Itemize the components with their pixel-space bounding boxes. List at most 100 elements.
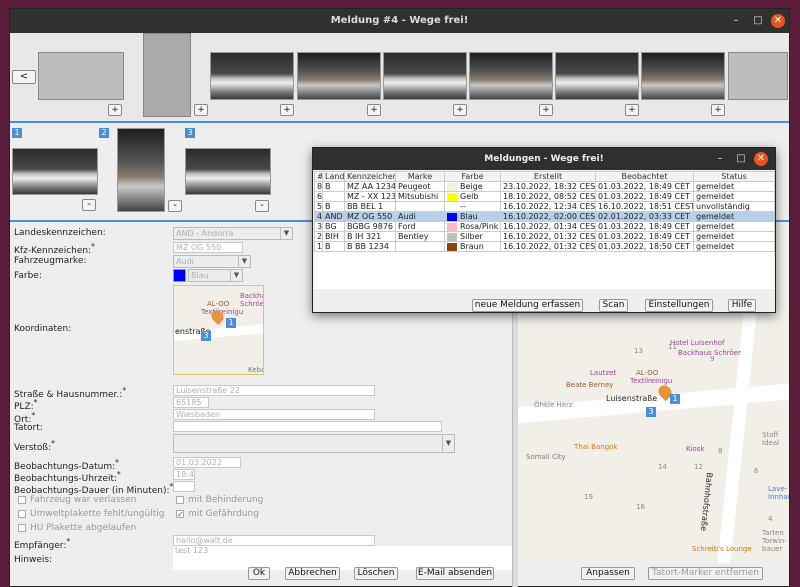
remove-photo-button[interactable]: -	[255, 200, 269, 212]
scan-button[interactable]: Scan	[599, 299, 628, 312]
table-cell-n: 8	[314, 181, 323, 192]
date-input[interactable]: 01.03.2022	[173, 457, 241, 468]
photo-thumbnail[interactable]	[38, 52, 124, 100]
table-cell-land: B	[322, 241, 345, 252]
close-icon[interactable]: ✕	[771, 14, 785, 28]
table-cell-status: gemeldet	[693, 241, 775, 252]
map-street-label: Luisenstraße	[606, 394, 658, 403]
table-cell-n: 4	[314, 211, 323, 222]
photo-badge: 1	[12, 128, 22, 138]
remove-photo-button[interactable]: -	[168, 200, 182, 212]
cancel-button[interactable]: Abbrechen	[285, 567, 340, 580]
add-photo-button[interactable]: +	[108, 104, 122, 116]
hu-checkbox[interactable]	[18, 524, 26, 532]
column-header[interactable]: Kennzeichen	[344, 171, 396, 182]
map-poi: AL-OO	[636, 369, 659, 377]
scene-label: Tatort:	[14, 423, 43, 433]
add-photo-button[interactable]: +	[539, 104, 553, 116]
marker-badge: 1	[226, 318, 236, 328]
photo-thumbnail[interactable]	[383, 52, 467, 100]
column-header[interactable]: #	[314, 171, 323, 182]
photo-thumbnail[interactable]	[555, 52, 639, 100]
violation-select[interactable]: ▼	[173, 434, 455, 453]
marker-badge: 3	[646, 407, 656, 417]
photo-thumbnail[interactable]	[143, 33, 191, 117]
close-icon[interactable]: ✕	[754, 152, 768, 166]
photo-badge: 2	[99, 128, 109, 138]
duration-input[interactable]	[173, 481, 195, 492]
obstruction-checkbox[interactable]	[176, 496, 184, 504]
color-swatch	[447, 182, 457, 191]
table-row[interactable]: 6 MZ - XX 123 Mitsubishi Gelb 18.10.2022, 08…	[314, 191, 775, 202]
add-photo-button[interactable]: +	[280, 104, 294, 116]
remove-marker-button[interactable]: Tatort-Marker entfernen	[648, 567, 763, 580]
chevron-down-icon: ▼	[230, 270, 242, 281]
table-row[interactable]: 8 B MZ AA 1234 Peugeot Beige 23.10.2022, 18:3…	[314, 181, 775, 192]
column-header[interactable]: Status	[693, 171, 775, 182]
ok-button[interactable]: Ok	[248, 567, 270, 580]
recipient-input[interactable]: hallo@walt.de	[173, 535, 375, 546]
column-header[interactable]: Land	[322, 171, 345, 182]
map-poi: Kiosk	[686, 445, 705, 453]
add-photo-button[interactable]: +	[711, 104, 725, 116]
table-cell-status: gemeldet	[693, 231, 775, 242]
scene-input[interactable]	[173, 421, 442, 432]
zip-input[interactable]: 65185	[173, 397, 209, 408]
maximize-icon[interactable]: □	[734, 152, 748, 166]
adjust-button[interactable]: Anpassen	[581, 567, 635, 580]
photo-thumbnail[interactable]	[641, 52, 725, 100]
photo-thumbnail[interactable]	[469, 52, 553, 100]
make-select[interactable]: Audi ▼	[173, 255, 251, 268]
column-header[interactable]: Beobachtet	[595, 171, 694, 182]
add-photo-button[interactable]: +	[453, 104, 467, 116]
add-photo-button[interactable]: +	[194, 104, 208, 116]
mini-map[interactable]: enstraße Backhaus Schröer AL-OO Textilre…	[173, 285, 264, 375]
selected-photo[interactable]	[185, 148, 271, 195]
delete-button[interactable]: Löschen	[354, 567, 398, 580]
settings-button[interactable]: Einstellungen	[645, 299, 713, 312]
table-cell-created: 23.10.2022, 18:32 CEST	[500, 181, 596, 192]
back-button[interactable]: <	[12, 70, 36, 84]
photo-thumbnail[interactable]	[210, 52, 294, 100]
env-badge-checkbox[interactable]	[18, 510, 26, 518]
abandoned-checkbox[interactable]	[18, 496, 26, 504]
mini-map-poi: AL-OO	[207, 300, 230, 308]
photo-thumbnail[interactable]	[728, 52, 788, 100]
time-input[interactable]: 18:49	[173, 469, 195, 480]
color-select[interactable]: Blau ▼	[188, 269, 243, 282]
table-cell-observed: 01.03.2022, 18:49 CET	[595, 221, 694, 232]
column-header[interactable]: Erstellt	[500, 171, 596, 182]
add-photo-button[interactable]: +	[367, 104, 381, 116]
remove-photo-button[interactable]: -	[82, 199, 96, 211]
table-row[interactable]: 5 B BB BEL 1 -- 16.10.2022, 12:34 CEST 16.10.…	[314, 201, 775, 212]
minimize-icon[interactable]: –	[713, 152, 727, 166]
splitter[interactable]	[10, 121, 789, 123]
street-input[interactable]: Luisenstraße 22	[173, 385, 375, 396]
help-button[interactable]: Hilfe	[728, 299, 756, 312]
house-number: 19	[584, 493, 593, 501]
plate-label-text: Kfz-Kennzeichen:	[14, 246, 92, 256]
table-cell-plate: BGBG 9876	[344, 221, 396, 232]
required-mark: *	[117, 470, 121, 479]
table-row[interactable]: 2 BIH B IH 321 Bentley Silber 16.10.2022, 01:…	[314, 231, 775, 242]
send-email-button[interactable]: E-Mail absenden	[416, 567, 494, 580]
minimize-icon[interactable]: –	[729, 14, 743, 28]
selected-photo[interactable]	[12, 148, 98, 195]
new-report-button[interactable]: neue Meldung erfassen	[472, 299, 583, 312]
table-row[interactable]: 1BB BB 1234 Braun 16.10.2022, 01:32 CEST 01…	[314, 241, 775, 252]
maximize-icon[interactable]: □	[751, 14, 765, 28]
column-header[interactable]: Marke	[395, 171, 445, 182]
violation-label: Verstoß:*	[14, 439, 55, 453]
country-select[interactable]: AND - Andorra ▼	[173, 227, 293, 240]
add-photo-button[interactable]: +	[625, 104, 639, 116]
column-header[interactable]: Farbe	[444, 171, 501, 182]
color-name: Beige	[460, 182, 483, 191]
selected-photo[interactable]	[117, 128, 165, 212]
recipient-label-text: Empfänger:	[14, 541, 67, 551]
danger-checkbox[interactable]: ✓	[176, 510, 184, 519]
photo-thumbnail[interactable]	[297, 52, 381, 100]
plate-input[interactable]: MZ OG 550	[173, 242, 243, 253]
table-row[interactable]: 4 AND MZ OG 550 Audi Blau 16.10.2022, 02:00 C…	[314, 211, 775, 222]
table-row[interactable]: 3 BG BGBG 9876 Ford Rosa/Pink 16.10.2022, 01:…	[314, 221, 775, 232]
city-input[interactable]: Wiesbaden	[173, 409, 375, 420]
